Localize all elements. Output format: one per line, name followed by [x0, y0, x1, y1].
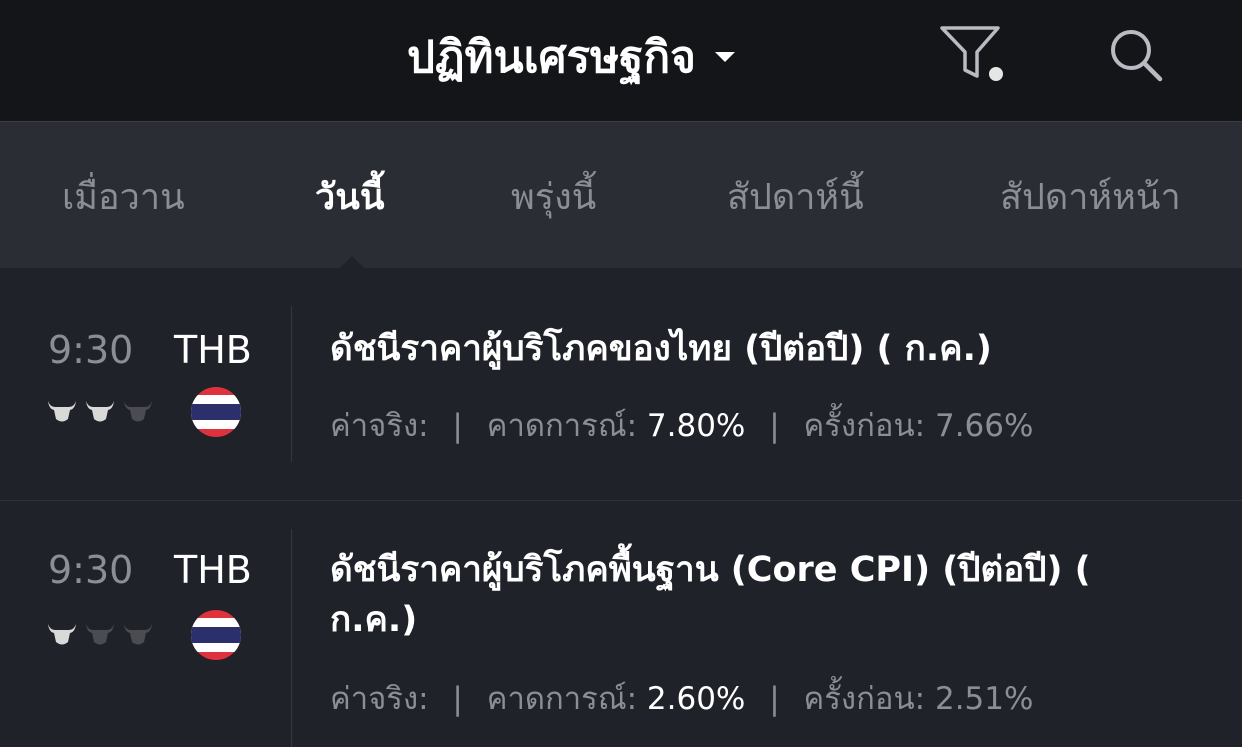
separator: |: [452, 681, 463, 717]
thailand-flag-icon: [191, 610, 241, 660]
search-button[interactable]: [1106, 26, 1166, 86]
actual-label: ค่าจริง:: [330, 681, 429, 717]
actual-label: ค่าจริง:: [330, 408, 429, 444]
event-time: 9:30: [48, 328, 134, 372]
event-time: 9:30: [48, 548, 134, 592]
bull-icon: [124, 624, 152, 645]
forecast-value: 2.60%: [646, 681, 746, 717]
economic-calendar-screen: ปฏิทินเศรษฐกิจ เมื่อวาน วันนี้ พรุ่งนี้ …: [0, 0, 1242, 747]
thailand-flag-icon: [191, 387, 241, 437]
bull-icon: [48, 624, 76, 645]
bull-icon: [86, 624, 114, 645]
tab-today[interactable]: วันนี้: [315, 168, 384, 225]
tab-yesterday[interactable]: เมื่อวาน: [62, 168, 185, 225]
top-bar: ปฏิทินเศรษฐกิจ: [0, 0, 1242, 122]
previous-label: ครั้งก่อน:: [803, 681, 926, 717]
previous-label: ครั้งก่อน:: [803, 408, 926, 444]
bull-icon: [86, 401, 114, 422]
event-list: 9:30 THB ดัชนีราคาผู้บริโภคของไทย (ปีต่อ…: [0, 268, 1242, 747]
event-row[interactable]: 9:30 THB ดั: [0, 268, 1242, 501]
previous-value: 7.66%: [934, 408, 1034, 444]
event-title: ดัชนีราคาผู้บริโภคของไทย (ปีต่อปี) ( ก.ค…: [330, 329, 992, 369]
bull-icon: [124, 401, 152, 422]
forecast-label: คาดการณ์:: [486, 681, 638, 717]
importance-rating: [46, 620, 156, 650]
event-stats: ค่าจริง: | คาดการณ์: 7.80% | ครั้งก่อน: …: [330, 400, 1033, 450]
forecast-value: 7.80%: [646, 408, 746, 444]
column-divider: [291, 529, 292, 747]
filter-icon: [940, 26, 1003, 81]
separator: |: [769, 408, 780, 444]
separator: |: [452, 408, 463, 444]
tab-this-week[interactable]: สัปดาห์นี้: [727, 168, 864, 225]
event-stats: ค่าจริง: | คาดการณ์: 2.60% | ครั้งก่อน: …: [330, 673, 1033, 723]
event-currency: THB: [174, 328, 252, 372]
chevron-down-icon[interactable]: [714, 52, 735, 62]
importance-rating: [46, 397, 156, 427]
separator: |: [769, 681, 780, 717]
bull-icon: [48, 401, 76, 422]
forecast-label: คาดการณ์:: [486, 408, 638, 444]
event-title: ดัชนีราคาผู้บริโภคพื้นฐาน (Core CPI) (ปี…: [330, 550, 1091, 640]
filter-button[interactable]: [938, 24, 1008, 86]
column-divider: [291, 306, 292, 462]
tab-next-week[interactable]: สัปดาห์หน้า: [1000, 168, 1181, 225]
event-row[interactable]: 9:30 THB ดั: [0, 501, 1242, 747]
date-range-tabs: เมื่อวาน วันนี้ พรุ่งนี้ สัปดาห์นี้ สัปด…: [0, 122, 1242, 269]
search-icon: [1111, 30, 1163, 82]
event-currency: THB: [174, 548, 252, 592]
page-title[interactable]: ปฏิทินเศรษฐกิจ: [407, 32, 696, 83]
tab-tomorrow[interactable]: พรุ่งนี้: [511, 168, 596, 225]
previous-value: 2.51%: [934, 681, 1034, 717]
